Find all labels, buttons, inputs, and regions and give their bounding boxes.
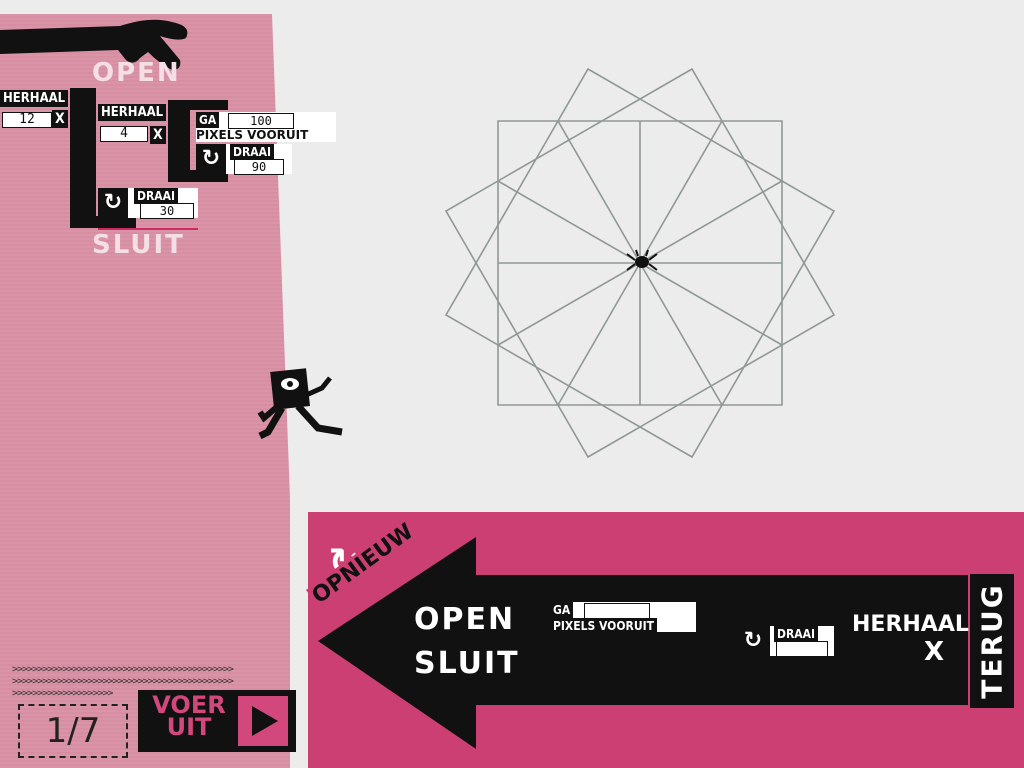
run-button-label: VOER UIT [146,693,232,741]
program-close-label: SLUIT [92,230,185,260]
repeat-inner-times: X [150,126,166,144]
chevron-decoration: >>>>>>>>>>>>>>>>>>>>>>>>>>>>>>>>>>>>>>>>… [12,664,234,674]
repeat-outer-bracket [70,88,96,228]
turn-inner-block[interactable]: ↻ DRAAI 90 [196,144,292,175]
chevron-decoration: >>>>>>>>>>>>>>>>>>>> [12,688,113,698]
palette-go-value[interactable] [584,603,650,619]
turtle-icon [626,249,658,271]
palette-repeat[interactable]: HERHAAL X [852,612,969,667]
drawn-spoke [497,262,641,346]
turn-outer-value[interactable]: 30 [140,203,194,219]
palette-open[interactable]: OPEN [414,602,515,637]
repeat-outer-times: X [52,110,68,128]
turn-outer-icon: ↻ [98,188,128,218]
turn-inner-label: DRAAI [230,144,275,160]
palette-turn[interactable]: ↻ DRAAI [736,626,834,657]
repeat-inner-label[interactable]: HERHAAL [98,104,167,121]
repeat-inner-count[interactable]: 4 [100,126,148,142]
palette-turn-value[interactable] [776,641,828,657]
drawn-spoke [639,120,723,264]
palette-repeat-label: HERHAAL [852,612,969,637]
go-value[interactable]: 100 [228,113,294,129]
drawn-spoke [639,262,723,406]
palette-close[interactable]: SLUIT [414,646,520,681]
turn-outer-label: DRAAI [134,188,179,204]
palette-go-sublabel: PIXELS VOORUIT [550,618,657,634]
palette-turn-label: DRAAI [774,626,819,642]
program-open-label: OPEN [92,58,181,88]
drawn-spoke [497,180,641,264]
repeat-outer-label[interactable]: HERHAAL [0,90,69,107]
page-indicator: 1/7 [18,704,128,758]
drawn-spoke [639,180,783,264]
palette-turn-icon: ↻ [736,626,770,656]
turn-inner-icon: ↻ [196,144,226,174]
turn-outer-block[interactable]: ↻ DRAAI 30 [98,188,198,219]
drawn-spoke [557,120,641,264]
chevron-decoration: >>>>>>>>>>>>>>>>>>>>>>>>>>>>>>>>>>>>>>>>… [12,676,234,686]
back-button-label: TERUG [975,583,1009,699]
run-button[interactable]: VOER UIT [138,690,296,752]
go-label: GA [196,112,220,128]
back-button[interactable]: TERUG [970,574,1014,708]
run-label-line2: UIT [166,713,212,741]
drawn-spoke [557,262,641,406]
drawn-spoke [639,262,783,346]
go-block[interactable]: GA 100 PIXELS VOORUIT [196,112,336,142]
palette-go[interactable]: GA PIXELS VOORUIT [550,602,696,634]
play-icon [238,696,288,746]
repeat-inner-bracket-top [190,100,228,110]
character-icon [257,368,343,440]
palette-go-label: GA [550,602,574,618]
palette-repeat-times: X [923,637,944,667]
turn-inner-value[interactable]: 90 [234,159,284,175]
go-sublabel: PIXELS VOORUIT [196,128,309,142]
repeat-outer-count[interactable]: 12 [2,112,52,128]
